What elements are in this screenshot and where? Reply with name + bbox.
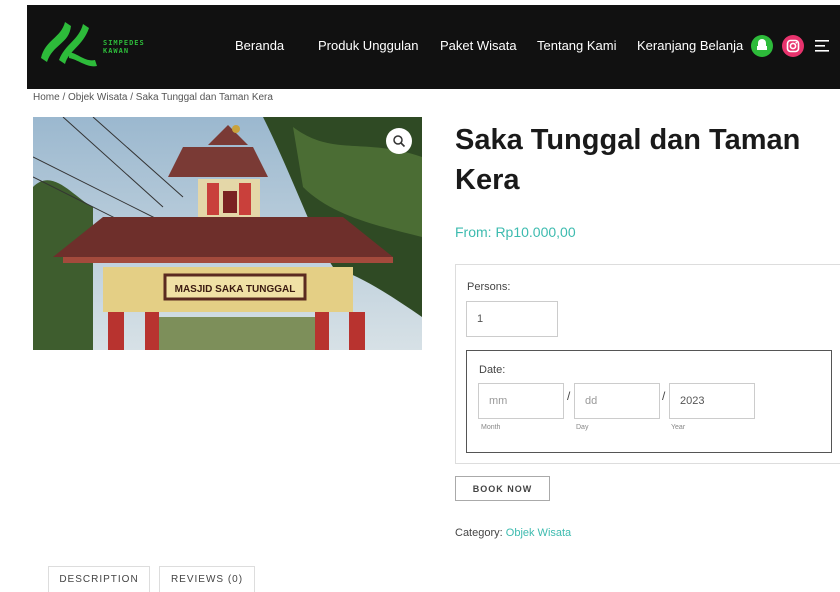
nav-keranjang-belanja[interactable]: Keranjang Belanja <box>637 38 743 53</box>
product-price: From: Rp10.000,00 <box>455 224 576 240</box>
nav-produk-unggulan[interactable]: Produk Unggulan <box>318 38 418 53</box>
category-label: Category: <box>455 527 503 539</box>
instagram-icon[interactable] <box>782 35 804 57</box>
product-category: Category: Objek Wisata <box>455 527 571 539</box>
logo-mark-icon <box>41 22 97 67</box>
nav-paket-wisata[interactable]: Paket Wisata <box>440 38 517 53</box>
tab-description[interactable]: DESCRIPTION <box>48 566 150 592</box>
image-sign-text: MASJID SAKA TUNGGAL <box>175 284 296 295</box>
year-caption: Year <box>671 424 686 431</box>
persons-input[interactable]: 1 <box>466 301 558 337</box>
menu-icon[interactable] <box>815 39 831 53</box>
persons-label: Persons: <box>467 281 511 293</box>
month-input[interactable]: mm <box>478 383 564 419</box>
date-label: Date: <box>479 364 506 376</box>
date-separator: / <box>567 389 571 403</box>
chat-icon[interactable] <box>751 35 773 57</box>
month-caption: Month <box>481 424 501 431</box>
logo-text: SIMPEDES KAWAN <box>103 39 145 55</box>
tab-reviews[interactable]: REVIEWS (0) <box>159 566 255 592</box>
product-title: Saka Tunggal dan Taman Kera <box>455 124 801 196</box>
day-caption: Day <box>576 424 589 431</box>
magnifier-icon <box>393 135 406 148</box>
day-input[interactable]: dd <box>574 383 660 419</box>
zoom-button[interactable] <box>386 128 412 154</box>
nav-beranda[interactable]: Beranda <box>235 38 284 53</box>
product-image[interactable]: MASJID SAKA TUNGGAL <box>33 117 422 350</box>
category-link[interactable]: Objek Wisata <box>506 527 571 539</box>
year-input[interactable]: 2023 <box>669 383 755 419</box>
date-separator: / <box>662 389 666 403</box>
site-header: SIMPEDES KAWAN Beranda Produk Unggulan P… <box>27 5 840 89</box>
site-logo[interactable]: SIMPEDES KAWAN <box>39 14 149 70</box>
nav-tentang-kami[interactable]: Tentang Kami <box>537 38 617 53</box>
breadcrumb[interactable]: Home / Objek Wisata / Saka Tunggal dan T… <box>33 92 273 103</box>
book-now-button[interactable]: BOOK NOW <box>455 476 550 501</box>
